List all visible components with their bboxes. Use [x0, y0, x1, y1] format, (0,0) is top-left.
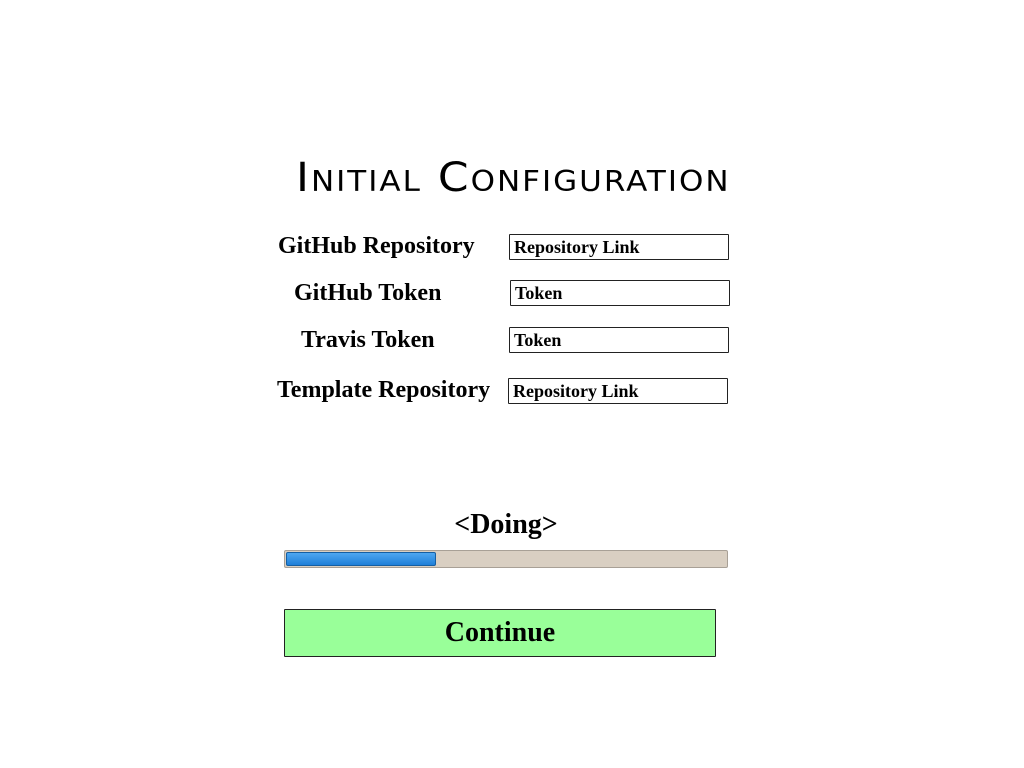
travis-token-input[interactable]	[509, 327, 729, 353]
travis-token-label: Travis Token	[301, 327, 435, 353]
template-repository-input[interactable]	[508, 378, 728, 404]
github-repository-label: GitHub Repository	[278, 233, 475, 259]
template-repository-label: Template Repository	[277, 377, 491, 403]
github-token-label: GitHub Token	[294, 280, 442, 306]
continue-button[interactable]: Continue	[284, 609, 716, 657]
github-token-input[interactable]	[510, 280, 730, 306]
status-text: <Doing>	[454, 509, 558, 540]
page-title: Initial Configuration	[296, 154, 731, 201]
progress-bar-fill	[286, 552, 436, 566]
progress-bar	[284, 550, 728, 568]
github-repository-input[interactable]	[509, 234, 729, 260]
